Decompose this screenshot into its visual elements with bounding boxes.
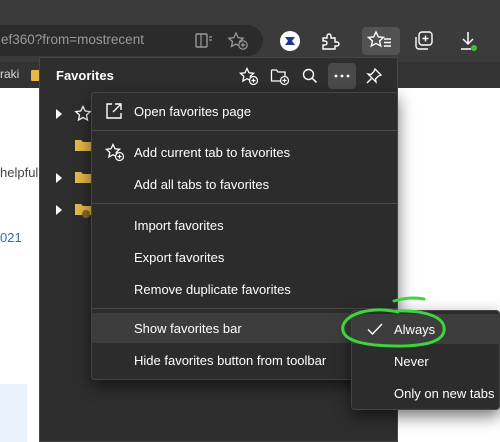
address-bar[interactable]: ef360?from=mostrecent [0,25,263,56]
checkmark-icon [367,323,383,335]
menu-item-remove-duplicates[interactable]: Remove duplicate favorites [92,274,397,304]
search-icon [302,68,318,84]
menu-divider [92,203,397,204]
tree-row-folder-locked[interactable] [52,200,92,220]
menu-item-label: Add current tab to favorites [134,145,291,160]
add-folder-button[interactable] [265,63,293,89]
page-content-panel [0,384,27,442]
show-favorites-bar-submenu: Always Never Only on new tabs [351,310,500,410]
star-icon [74,105,92,122]
menu-item-import-favorites[interactable]: Import favorites [92,210,397,240]
menu-item-add-all-tabs[interactable]: Add all tabs to favorites [92,169,397,199]
menu-divider [92,130,397,131]
favorites-panel-header: Favorites [40,58,397,94]
add-favorite-icon[interactable] [227,31,249,51]
annotation-underline [392,296,426,303]
extensions-icon [322,33,340,50]
more-options-button[interactable] [328,63,356,89]
open-external-icon [106,103,122,119]
favorites-icon [367,30,391,48]
add-folder-icon [270,69,290,86]
pin-icon [366,67,383,84]
address-bar-url[interactable]: ef360?from=mostrecent [1,32,144,47]
tree-row-folder[interactable] [52,136,92,156]
chevron-right-icon [56,109,62,119]
menu-divider [92,308,397,309]
downloads-button[interactable] [452,27,484,55]
folder-icon [75,204,91,218]
extension-avatar-icon [280,31,300,51]
tree-row-folder[interactable] [52,168,92,188]
menu-item-export-favorites[interactable]: Export favorites [92,242,397,272]
downloads-icon [461,32,477,51]
more-options-icon [334,74,350,78]
menu-item-label: Add all tabs to favorites [134,177,270,192]
menu-item-label: Remove duplicate favorites [134,282,291,297]
menu-item-label: Hide favorites button from toolbar [134,353,327,368]
chevron-right-icon [56,173,62,183]
page-link-snippet[interactable]: 021 [0,230,22,245]
menu-item-add-current-tab[interactable]: Add current tab to favorites [92,137,397,167]
add-favorite-icon [239,67,259,86]
collections-icon [415,31,433,50]
submenu-item-only-on-new-tabs[interactable]: Only on new tabs [352,378,500,408]
tree-row-favorites-bar[interactable] [52,104,92,124]
folder-icon [75,172,91,183]
submenu-item-never[interactable]: Never [352,346,500,376]
menu-item-open-favorites-page[interactable]: Open favorites page [92,96,397,126]
search-favorites-button[interactable] [296,63,324,89]
pin-panel-button[interactable] [360,63,388,89]
add-favorite-button[interactable] [234,63,262,89]
submenu-item-label: Only on new tabs [394,386,495,401]
folder-icon [75,140,91,151]
extensions-button[interactable] [314,27,346,55]
add-favorite-icon [105,143,125,162]
favorites-bar-item[interactable]: raki [0,67,19,81]
menu-item-label: Show favorites bar [134,321,242,336]
chevron-right-icon [56,205,62,215]
favorites-button[interactable] [362,27,400,55]
menu-item-label: Import favorites [134,218,224,233]
submenu-item-label: Never [394,354,429,369]
submenu-item-always[interactable]: Always [352,314,500,344]
extension-avatar-button[interactable] [274,27,306,55]
menu-item-label: Export favorites [134,250,225,265]
reader-view-icon[interactable] [193,31,215,51]
page-text-snippet: helpful [0,165,39,180]
collections-button[interactable] [408,27,440,55]
browser-toolbar: ef360?from=mostrecent [0,0,500,62]
favorites-panel-title: Favorites [56,68,114,83]
submenu-item-label: Always [394,322,436,337]
menu-item-label: Open favorites page [134,104,252,119]
